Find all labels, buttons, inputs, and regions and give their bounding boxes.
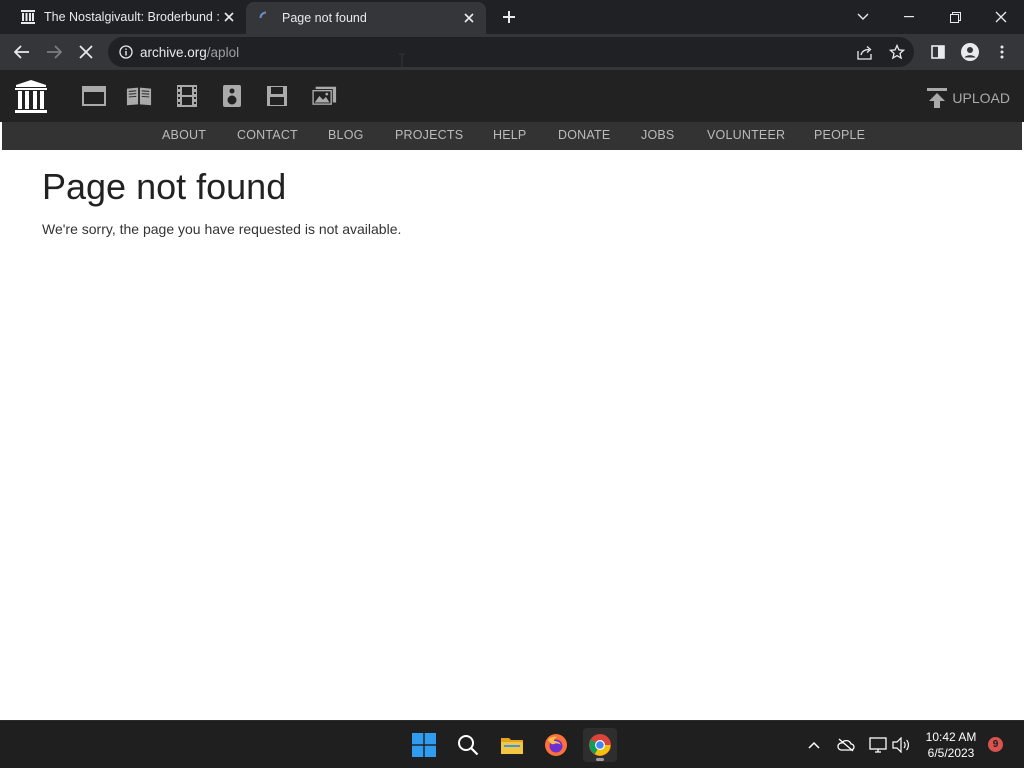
upload-button[interactable]: UPLOAD [926,87,1010,109]
system-clock[interactable]: 10:42 AM 6/5/2023 [918,729,984,761]
tab-search-button[interactable] [840,0,886,34]
texts-icon[interactable] [126,84,152,108]
address-bar[interactable]: archive.org/aplol [108,37,914,67]
archive-org-icon [20,9,36,25]
notification-badge[interactable]: 9 [988,737,1003,752]
share-icon[interactable] [854,41,876,63]
nav-projects[interactable]: PROJECTS [395,122,463,150]
text-cursor-icon [397,53,407,69]
loading-spinner-icon [258,10,274,26]
url-text: archive.org/aplol [140,45,239,60]
tab-page-not-found[interactable]: Page not found [246,2,486,34]
images-icon[interactable] [311,84,337,108]
close-tab-icon[interactable] [460,9,478,27]
new-tab-button[interactable] [498,6,520,28]
error-message: We're sorry, the page you have requested… [42,221,402,237]
arrow-right-icon [47,45,62,59]
software-icon[interactable] [264,84,290,108]
chrome-icon[interactable] [583,728,617,762]
bookmark-star-icon[interactable] [886,41,908,63]
tab-title: Page not found [282,11,367,25]
internet-archive-logo[interactable] [14,79,48,115]
url-host: archive.org [140,44,207,60]
stop-icon [79,45,93,59]
windows-start-icon[interactable] [407,728,441,762]
kebab-menu-icon [1000,45,1004,59]
onedrive-offline-icon[interactable] [836,735,856,755]
profile-avatar-icon [961,43,979,61]
clock-date: 6/5/2023 [927,746,975,760]
tab-title: The Nostalgivault: Broderbund : B [44,10,220,24]
close-icon [995,11,1007,23]
nav-people[interactable]: PEOPLE [814,122,865,150]
nav-about[interactable]: ABOUT [162,122,206,150]
tab-nostalgivault[interactable]: The Nostalgivault: Broderbund : B [8,0,246,34]
back-button[interactable] [8,38,36,66]
firefox-icon[interactable] [539,728,573,762]
info-icon[interactable] [118,44,134,60]
upload-label: UPLOAD [952,90,1010,106]
close-window-button[interactable] [978,0,1024,34]
plus-icon [503,11,515,23]
nav-donate[interactable]: DONATE [558,122,610,150]
show-hidden-icons-chevron-up-icon[interactable] [804,735,824,755]
nav-blog[interactable]: BLOG [328,122,364,150]
clock-time: 10:42 AM [925,730,977,744]
minimize-button[interactable] [886,0,932,34]
url-path: /aplol [206,44,240,60]
browser-toolbar: archive.org/aplol [0,34,1024,70]
nav-volunteer[interactable]: VOLUNTEER [707,122,785,150]
chevron-down-icon [857,13,869,20]
stop-button[interactable] [72,38,100,66]
file-explorer-icon[interactable] [495,728,529,762]
nav-contact[interactable]: CONTACT [237,122,298,150]
nav-help[interactable]: HELP [493,122,526,150]
ia-nav-bar: ABOUT CONTACT BLOG PROJECTS HELP DONATE … [2,122,1022,150]
windows-taskbar: 10:42 AM 6/5/2023 [0,720,1024,768]
restore-icon [949,11,961,23]
network-icon[interactable] [868,735,888,755]
audio-icon[interactable] [219,84,245,108]
minimize-icon [904,16,914,18]
page-title: Page not found [42,166,287,207]
profile-button[interactable] [956,38,984,66]
menu-button[interactable] [988,38,1016,66]
arrow-left-icon [14,45,29,59]
web-icon[interactable] [81,84,107,108]
volume-icon[interactable] [891,735,911,755]
upload-icon [927,88,948,108]
side-panel-button[interactable] [924,38,952,66]
restore-button[interactable] [932,0,978,34]
close-tab-icon[interactable] [220,8,238,26]
video-icon[interactable] [174,84,200,108]
ia-top-bar: UPLOAD [0,70,1024,122]
nav-jobs[interactable]: JOBS [641,122,674,150]
forward-button[interactable] [40,38,68,66]
side-panel-icon [931,45,945,59]
search-icon[interactable] [451,728,485,762]
tab-strip: The Nostalgivault: Broderbund : B Page n… [0,0,1024,34]
active-app-indicator [596,758,604,761]
